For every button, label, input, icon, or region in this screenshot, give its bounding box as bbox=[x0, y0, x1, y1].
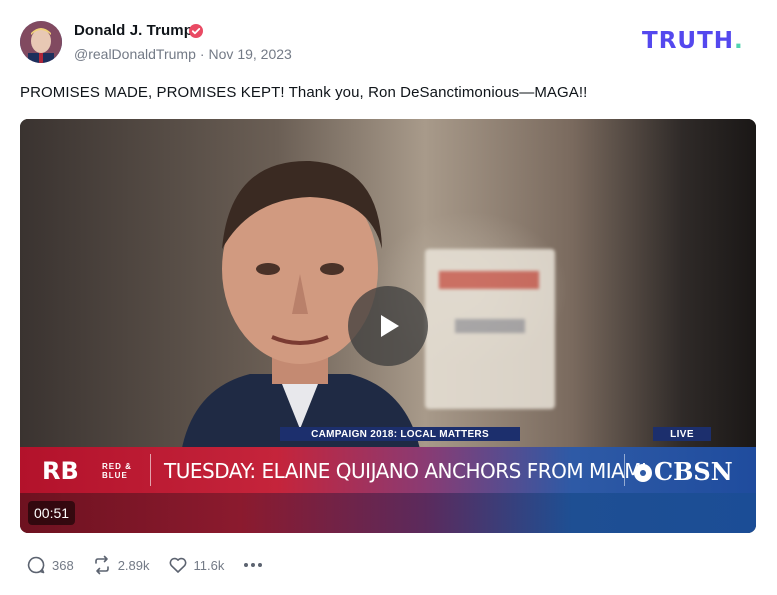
post-actions: 368 2.89k 11.6k bbox=[26, 554, 264, 576]
banner-divider bbox=[150, 454, 151, 486]
author-handle[interactable]: @realDonaldTrump bbox=[74, 46, 196, 62]
live-label: LIVE bbox=[653, 427, 711, 441]
cbs-eye-icon bbox=[634, 464, 652, 482]
video-duration: 00:51 bbox=[28, 501, 76, 525]
network-logo: RB bbox=[42, 457, 79, 485]
post-text: PROMISES MADE, PROMISES KEPT! Thank you,… bbox=[20, 84, 588, 101]
channel-logo: CBSN bbox=[634, 457, 733, 486]
retruth-button[interactable]: 2.89k bbox=[92, 555, 150, 575]
news-headline: TUESDAY: ELAINE QUIJANO ANCHORS FROM MIA… bbox=[164, 459, 647, 483]
reply-button[interactable]: 368 bbox=[26, 555, 74, 575]
network-sub: RED & BLUE bbox=[102, 462, 132, 480]
banner-divider-right bbox=[624, 454, 625, 486]
logo-dot: . bbox=[734, 28, 744, 54]
more-button[interactable] bbox=[242, 555, 264, 575]
video-player[interactable]: CAMPAIGN 2018: LOCAL MATTERS LIVE RB RED… bbox=[20, 119, 756, 533]
play-button[interactable] bbox=[348, 286, 428, 366]
live-text: LIVE bbox=[670, 428, 694, 440]
channel-name: CBSN bbox=[654, 457, 733, 486]
like-count: 11.6k bbox=[193, 557, 225, 573]
heart-icon bbox=[169, 557, 186, 573]
verified-badge-icon bbox=[189, 24, 203, 38]
comment-icon bbox=[27, 556, 45, 574]
video-bottom-bar bbox=[20, 493, 756, 533]
background-sign bbox=[425, 249, 555, 409]
reply-count: 368 bbox=[52, 557, 74, 573]
logo-text: TRUTH bbox=[642, 28, 735, 54]
post-meta: @realDonaldTrump · Nov 19, 2023 bbox=[74, 46, 292, 62]
repost-icon bbox=[94, 555, 109, 575]
avatar[interactable] bbox=[20, 21, 62, 63]
lower-third-label: CAMPAIGN 2018: LOCAL MATTERS bbox=[280, 427, 520, 441]
retruth-count: 2.89k bbox=[117, 557, 150, 573]
author-name[interactable]: Donald J. Trump bbox=[74, 22, 193, 39]
play-icon bbox=[381, 315, 399, 337]
like-button[interactable]: 11.6k bbox=[168, 555, 225, 575]
meta-separator: · bbox=[199, 46, 205, 62]
more-icon bbox=[244, 563, 263, 567]
lower-third-text: CAMPAIGN 2018: LOCAL MATTERS bbox=[311, 428, 489, 440]
post-date[interactable]: Nov 19, 2023 bbox=[209, 46, 292, 62]
truth-logo[interactable]: TRUTH. bbox=[642, 28, 744, 54]
